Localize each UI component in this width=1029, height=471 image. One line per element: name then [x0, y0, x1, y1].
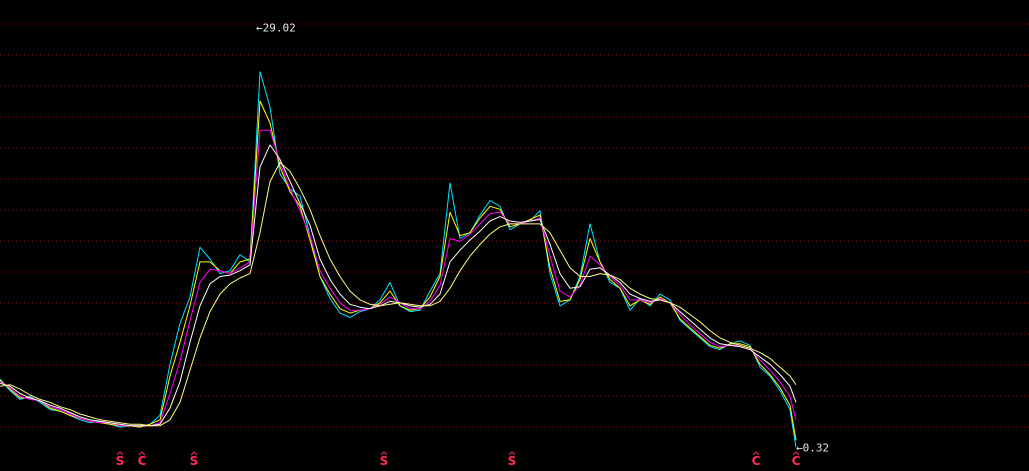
signal-marker-c: C — [752, 454, 761, 468]
signal-marker-s: S — [508, 454, 517, 468]
min-price-label: ←0.32 — [796, 441, 829, 454]
stock-price-chart: ←29.02 ←0.32 SCSSSCC — [0, 0, 1029, 471]
signal-marker-s: S — [380, 454, 389, 468]
max-price-label: ←29.02 — [256, 22, 296, 35]
signal-marker-s: S — [116, 454, 125, 468]
chart-background — [0, 0, 1029, 471]
signal-marker-s: S — [190, 454, 199, 468]
signal-marker-c: C — [792, 454, 801, 468]
signal-marker-c: C — [138, 454, 147, 468]
